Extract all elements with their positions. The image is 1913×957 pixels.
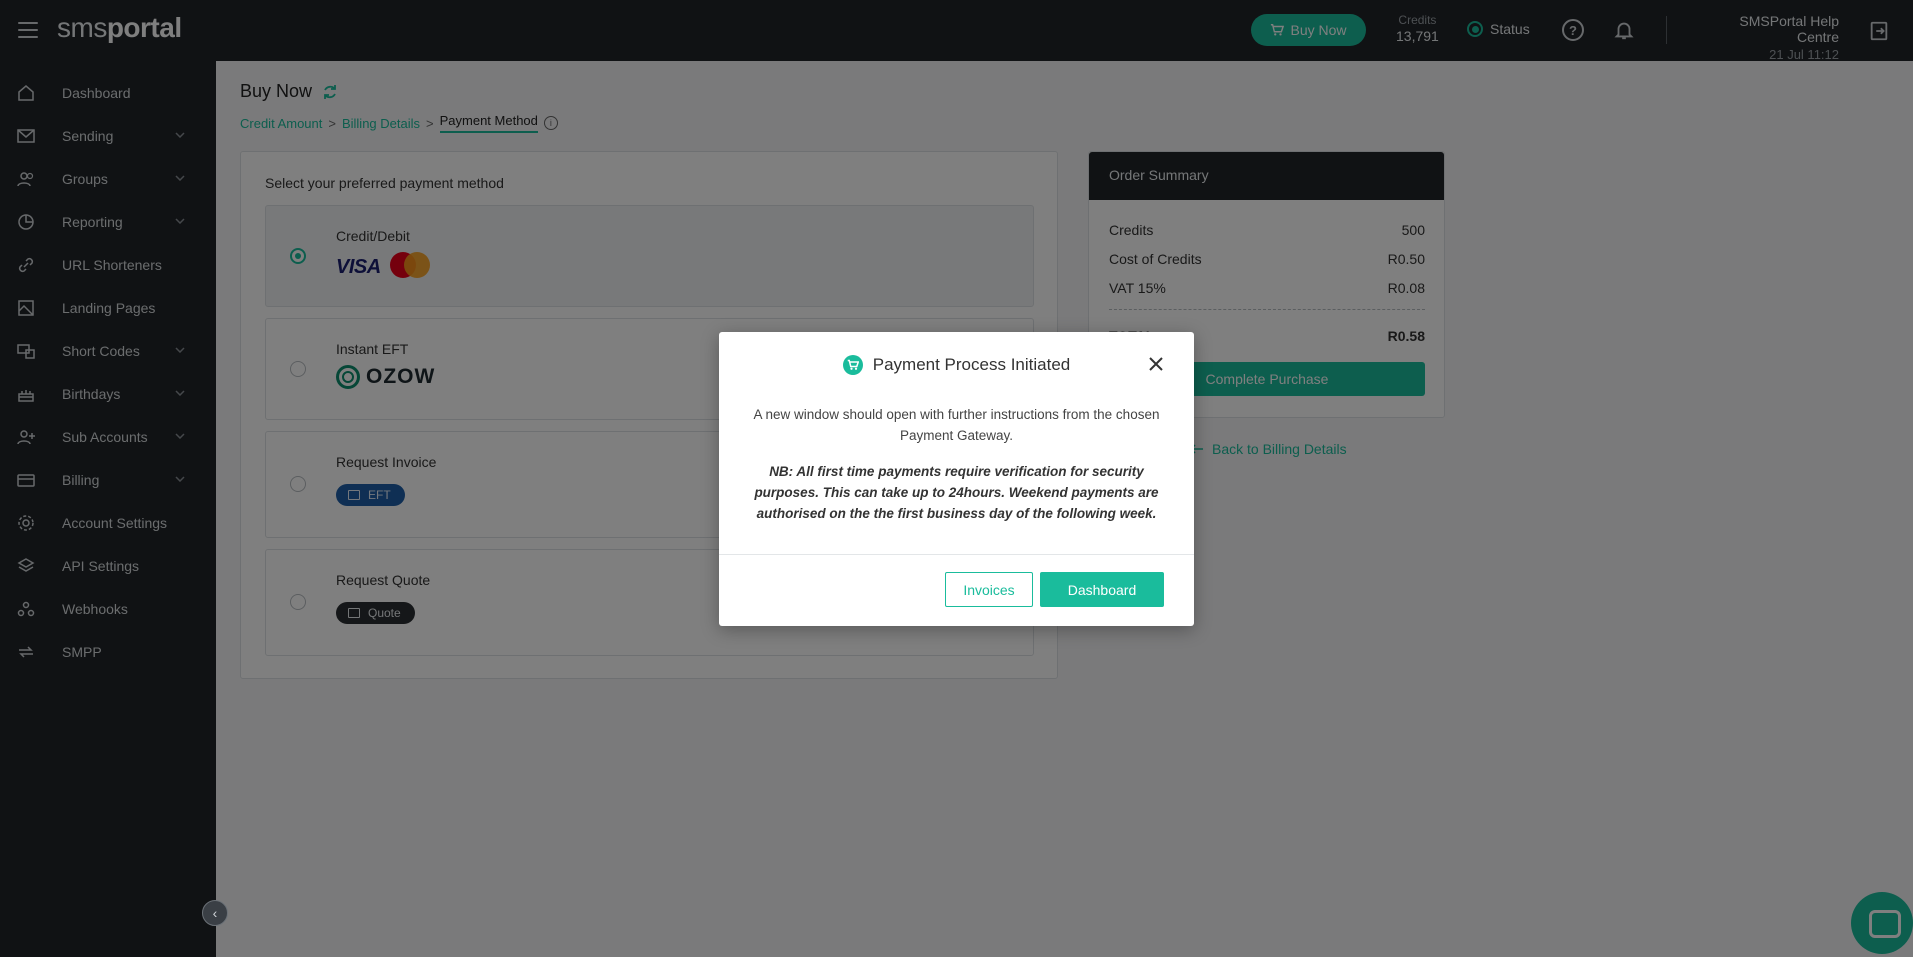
- payment-initiated-modal: Payment Process Initiated A new window s…: [719, 332, 1194, 626]
- cart-icon: [842, 355, 863, 375]
- modal-message: A new window should open with further in…: [753, 407, 1160, 443]
- dashboard-button[interactable]: Dashboard: [1040, 572, 1164, 607]
- modal-note: NB: All first time payments require veri…: [754, 464, 1159, 521]
- invoices-button[interactable]: Invoices: [945, 572, 1033, 607]
- sidebar-collapse-button[interactable]: ‹: [202, 900, 228, 926]
- modal-title: Payment Process Initiated: [719, 355, 1194, 375]
- close-icon[interactable]: [1146, 354, 1166, 374]
- modal-divider: [719, 554, 1194, 555]
